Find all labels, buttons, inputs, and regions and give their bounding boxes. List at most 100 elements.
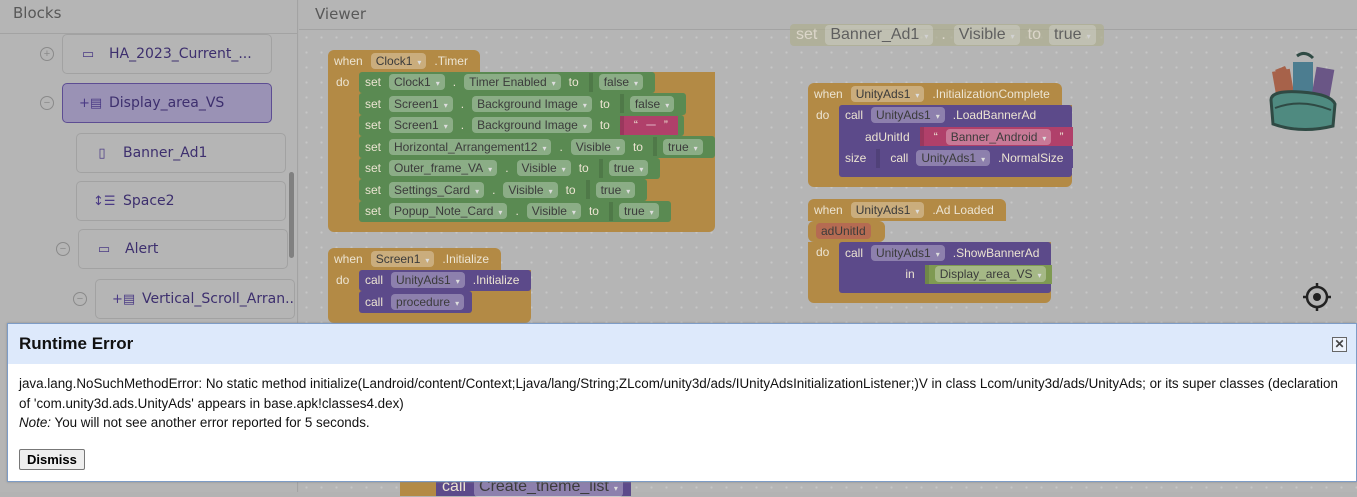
- block-dropdown[interactable]: Background Image ▾: [472, 95, 592, 112]
- faded-setter-block[interactable]: set Banner_Ad1 ▾. Visible ▾ to true ▾: [790, 24, 1104, 46]
- sidebar-scrollbar[interactable]: [289, 172, 294, 258]
- block-dropdown[interactable]: Screen1 ▾: [389, 117, 453, 134]
- block-keyword: .InitializationComplete: [932, 86, 1050, 101]
- method-block[interactable]: call UnityAds1 ▾ .NormalSize: [876, 148, 1074, 168]
- setter-block[interactable]: set Outer_frame_VA ▾. Visible ▾ to true ▾: [359, 157, 661, 179]
- block-keyword: .: [460, 96, 465, 111]
- collapse-icon[interactable]: −: [40, 96, 54, 110]
- collapse-icon[interactable]: −: [73, 292, 87, 306]
- block-dropdown[interactable]: Visible ▾: [526, 203, 581, 220]
- tree-item-ha-2023-current[interactable]: ▭ HA_2023_Current_...: [62, 34, 272, 74]
- block-dropdown[interactable]: Settings_Card ▾: [389, 181, 485, 198]
- dismiss-button[interactable]: Dismiss: [19, 449, 85, 470]
- setter-block[interactable]: set Clock1 ▾. Timer Enabled ▾ to false ▾: [359, 71, 656, 93]
- block-keyword: call: [845, 245, 864, 260]
- block-dropdown[interactable]: Visible ▾: [570, 138, 625, 155]
- logic-block[interactable]: false ▾: [619, 94, 681, 114]
- block-keyword: set: [365, 182, 382, 197]
- block-dropdown[interactable]: UnityAds1 ▾: [871, 244, 945, 261]
- event-body: do call UnityAds1 ▾ .Initialize call procedure…: [328, 269, 532, 323]
- tree-item-banner-ad1[interactable]: ▯ Banner_Ad1: [76, 133, 286, 173]
- dropdown-arrow-icon: ▾: [665, 100, 670, 110]
- method-call-block[interactable]: call UnityAds1 ▾ .Initialize: [359, 269, 532, 291]
- method-call-block[interactable]: call UnityAds1 ▾ .ShowBannerAd in Display_are…: [839, 242, 1053, 293]
- setter-block[interactable]: set Screen1 ▾. Background Image ▾ to false ▾: [359, 93, 687, 115]
- dropdown-arrow-icon: ▾: [639, 165, 644, 175]
- argument-label: in: [905, 267, 915, 282]
- block-dropdown[interactable]: false ▾: [598, 74, 644, 91]
- block-keyword: to: [588, 204, 599, 219]
- block-dropdown[interactable]: Banner_Android ▾: [945, 128, 1052, 145]
- event-block[interactable]: when Screen1 ▾ .Initialize do call UnityAds1 ▾.…: [328, 248, 532, 323]
- tree-item-label: Alert: [125, 241, 159, 257]
- block-dropdown[interactable]: UnityAds1 ▾: [916, 150, 991, 167]
- block-dropdown[interactable]: Popup_Note_Card ▾: [389, 203, 508, 220]
- dropdown-arrow-icon: ▾: [915, 206, 920, 216]
- event-block[interactable]: when UnityAds1 ▾ .Ad Loaded adUnitId do call Un…: [808, 199, 1053, 303]
- banner-ad-icon: ▯: [98, 145, 106, 161]
- block-dropdown[interactable]: Horizontal_Arrangement12 ▾: [389, 138, 552, 155]
- block-dropdown[interactable]: true ▾: [595, 181, 636, 198]
- dropdown-arrow-icon: ▾: [981, 155, 986, 165]
- block-dropdown[interactable]: Timer Enabled ▾: [464, 74, 561, 91]
- setter-block[interactable]: set Settings_Card ▾. Visible ▾ to true ▾: [359, 179, 648, 201]
- block-dropdown[interactable]: Visible ▾: [503, 181, 558, 198]
- close-icon[interactable]: ✕: [1332, 337, 1347, 352]
- method-call-block[interactable]: call procedure ▾: [359, 291, 473, 313]
- tree-item-alert[interactable]: ▭ Alert: [78, 229, 288, 269]
- block-dropdown[interactable]: true ▾: [662, 138, 703, 155]
- blocks-panel-title: Blocks: [0, 0, 297, 34]
- block-dropdown[interactable]: false ▾: [629, 95, 675, 112]
- collapse-icon[interactable]: −: [56, 242, 70, 256]
- dropdown-arrow-icon: ▾: [551, 79, 556, 89]
- event-parameter[interactable]: adUnitId: [816, 223, 871, 240]
- tree-item-label: Display_area_VS: [109, 95, 225, 111]
- block-dropdown[interactable]: procedure ▾: [391, 293, 465, 310]
- block-dropdown[interactable]: UnityAds1 ▾: [391, 272, 465, 289]
- dropdown-arrow-icon: ▾: [693, 143, 698, 153]
- block-dropdown[interactable]: Banner_Ad1 ▾: [825, 25, 934, 45]
- block-keyword: .Initialize: [472, 273, 520, 288]
- block-dropdown[interactable]: true ▾: [608, 160, 649, 177]
- setter-block[interactable]: set Popup_Note_Card ▾. Visible ▾ to true ▾: [359, 200, 671, 222]
- logic-block[interactable]: true ▾: [608, 201, 665, 221]
- tree-item-space2[interactable]: ↕☰ Space2: [76, 181, 286, 221]
- recenter-icon[interactable]: [1302, 282, 1332, 312]
- block-dropdown[interactable]: Outer_frame_VA ▾: [389, 160, 498, 177]
- dropdown-arrow-icon: ▾: [542, 143, 547, 153]
- expand-icon[interactable]: +: [40, 47, 54, 61]
- block-dropdown[interactable]: Display_area_VS ▾: [934, 266, 1047, 283]
- backpack-icon[interactable]: [1261, 48, 1347, 134]
- block-dropdown[interactable]: Screen1 ▾: [389, 95, 453, 112]
- event-block[interactable]: when UnityAds1 ▾ .InitializationComplete do c…: [808, 83, 1074, 187]
- block-dropdown[interactable]: Clock1 ▾: [389, 74, 445, 91]
- dropdown-arrow-icon: ▾: [649, 208, 654, 218]
- block-keyword: to: [599, 96, 610, 111]
- event-block[interactable]: when Clock1 ▾ .Timer do set Clock1 ▾. Timer Enab…: [328, 50, 715, 232]
- tree-item-vertical-scroll-arran[interactable]: +▤ Vertical_Scroll_Arran...: [95, 279, 295, 319]
- block-dropdown[interactable]: UnityAds1 ▾: [850, 85, 925, 102]
- text-block[interactable]: “ Banner_Android ▾ ”: [919, 127, 1074, 147]
- block-dropdown[interactable]: true ▾: [1048, 25, 1096, 45]
- logic-block[interactable]: false ▾: [588, 72, 650, 92]
- logic-block[interactable]: true ▾: [598, 158, 655, 178]
- block-keyword: .Ad Loaded: [932, 202, 994, 217]
- setter-block[interactable]: set Screen1 ▾. Background Image ▾ to “ ”: [359, 114, 684, 136]
- block-dropdown[interactable]: Visible ▾: [953, 25, 1020, 45]
- block-dropdown[interactable]: Screen1 ▾: [370, 250, 435, 267]
- block-dropdown[interactable]: Visible ▾: [516, 160, 571, 177]
- method-call-block[interactable]: call UnityAds1 ▾ .LoadBannerAd adUnitId “ Bann…: [839, 104, 1074, 177]
- block-dropdown[interactable]: UnityAds1 ▾: [850, 201, 925, 218]
- logic-block[interactable]: true ▾: [585, 180, 642, 200]
- block-keyword: .: [559, 139, 563, 154]
- setter-block[interactable]: set Horizontal_Arrangement12 ▾. Visible ▾ to t…: [359, 136, 715, 158]
- block-dropdown[interactable]: Background Image ▾: [472, 117, 592, 134]
- logic-block[interactable]: true ▾: [652, 137, 709, 157]
- tree-item-display-area-vs[interactable]: +▤ Display_area_VS: [62, 83, 272, 123]
- block-dropdown[interactable]: Clock1 ▾: [370, 52, 427, 69]
- block-dropdown[interactable]: UnityAds1 ▾: [871, 107, 945, 124]
- component-block[interactable]: Display_area_VS ▾: [924, 264, 1053, 284]
- block-dropdown[interactable]: [645, 124, 656, 127]
- block-dropdown[interactable]: true ▾: [618, 203, 659, 220]
- text-block[interactable]: “ ”: [619, 115, 678, 135]
